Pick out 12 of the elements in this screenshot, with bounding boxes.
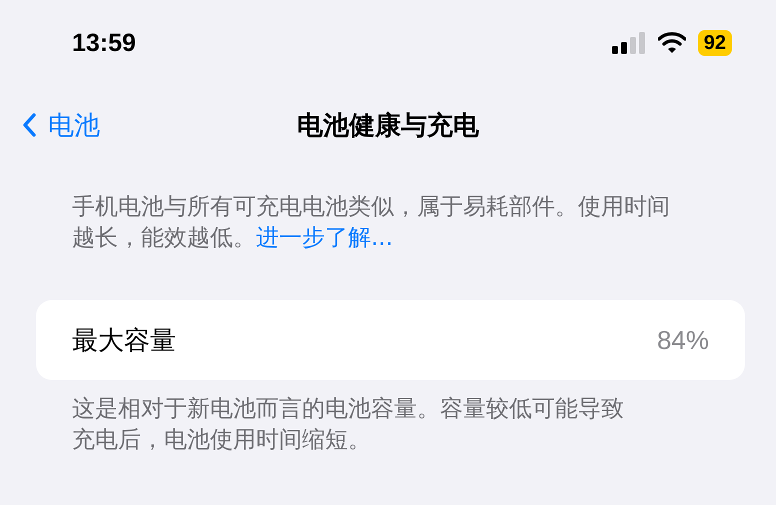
back-link[interactable]: 电池: [22, 108, 100, 142]
signal-icon: [612, 32, 646, 54]
capacity-value: 84%: [656, 324, 709, 356]
capacity-note: 这是相对于新电池而言的电池容量。容量较低可能导致充电后，电池使用时间缩短。: [72, 395, 625, 455]
learn-more-link[interactable]: 进一步了解...: [256, 225, 393, 251]
page-title: 电池健康与充电: [297, 110, 479, 142]
battery-level: 92: [698, 30, 732, 56]
intro-text: 手机电池与所有可充电电池类似，属于易耗部件。使用时间越长，能效越低。进一步了解...: [72, 193, 671, 253]
capacity-label: 最大容量: [72, 324, 176, 358]
wifi-icon: [658, 32, 686, 54]
status-time: 13:59: [72, 28, 136, 58]
back-chevron-icon: [22, 113, 36, 137]
